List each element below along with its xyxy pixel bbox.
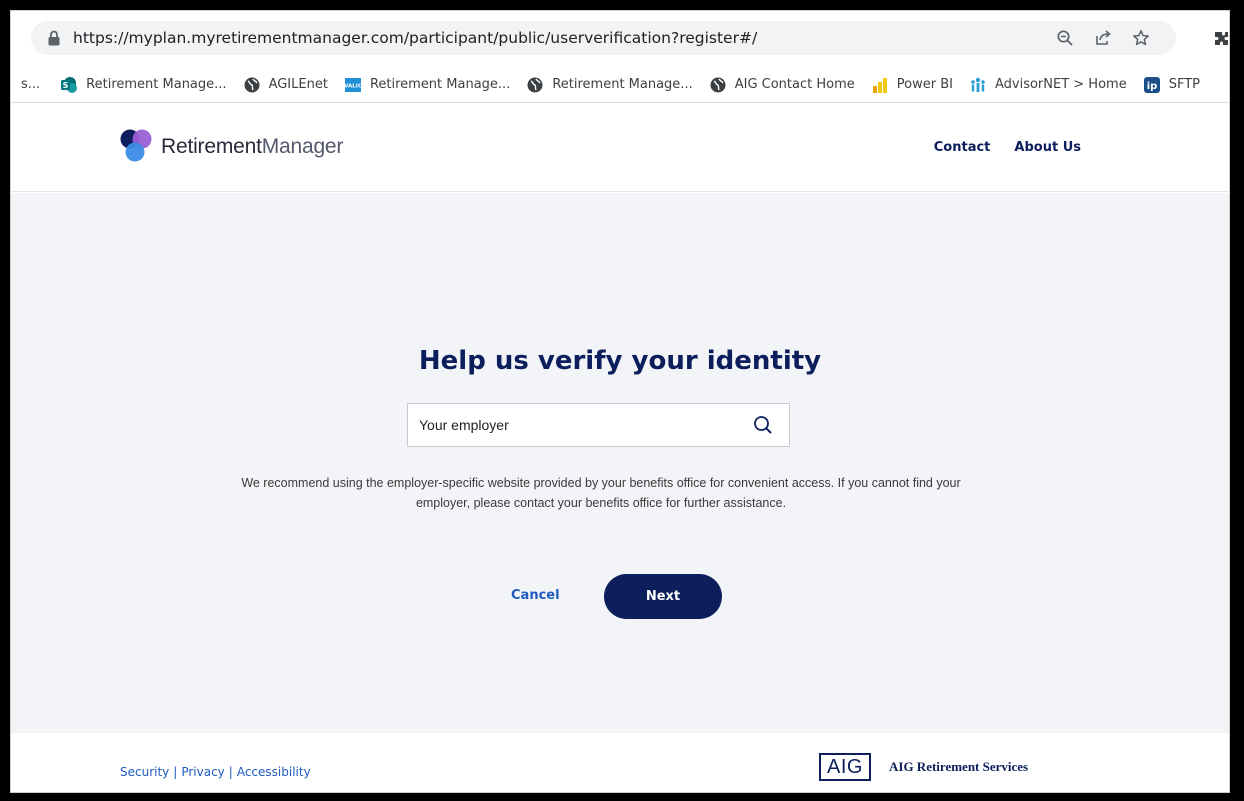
bookmark-label: AIG Contact Home [734, 77, 855, 92]
main-content: Help us verify your identity We recommen… [11, 193, 1229, 733]
ip-icon: ip [1143, 76, 1160, 93]
cancel-button[interactable]: Cancel [511, 588, 560, 603]
star-icon[interactable] [1132, 29, 1150, 47]
globe-icon [244, 77, 260, 92]
bookmark-item[interactable]: s... [21, 77, 40, 92]
help-text: We recommend using the employer-specific… [241, 476, 961, 510]
svg-text:S: S [63, 81, 69, 90]
footer-separator: | [228, 765, 233, 779]
zoom-icon[interactable] [1056, 29, 1074, 47]
svg-text:VALIC: VALIC [344, 83, 362, 89]
browser-toolbar: https://myplan.myretirementmanager.com/p… [11, 11, 1229, 67]
bookmark-item[interactable]: VALIC Retirement Manage... [344, 76, 510, 94]
bookmark-label: AGILEnet [268, 77, 328, 92]
footer-separator: | [173, 765, 178, 779]
bookmark-item[interactable]: AdvisorNET > Home [969, 76, 1127, 94]
browser-window: https://myplan.myretirementmanager.com/p… [10, 10, 1230, 793]
logo-text-bold: Retirement [161, 135, 262, 158]
aig-brand: AIG AIG Retirement Services [819, 753, 1028, 781]
bookmark-item[interactable]: AGILEnet [243, 76, 328, 94]
bookmark-item[interactable]: Retirement Manage... [526, 76, 693, 94]
footer-privacy-link[interactable]: Privacy [181, 765, 224, 779]
address-bar[interactable]: https://myplan.myretirementmanager.com/p… [31, 21, 1176, 55]
bookmark-label: s... [21, 77, 41, 92]
site-footer: Security | Privacy | Accessibility AIG AIG R… [11, 733, 1229, 792]
site-nav: Contact About Us [934, 140, 1081, 155]
logo-text: RetirementManager [161, 135, 343, 159]
nav-about-us-link[interactable]: About Us [1014, 140, 1081, 155]
advisornet-icon [971, 77, 985, 92]
bookmark-label: Power BI [896, 77, 953, 92]
employer-search-input[interactable] [408, 404, 753, 446]
share-icon[interactable] [1094, 29, 1112, 47]
address-bar-actions [1056, 21, 1150, 55]
next-button[interactable]: Next [604, 574, 722, 619]
aig-logo: AIG [819, 753, 871, 781]
footer-accessibility-link[interactable]: Accessibility [237, 765, 311, 779]
sharepoint-icon: S [61, 76, 78, 93]
logo-text-light: Manager [261, 135, 344, 158]
retirement-manager-logo[interactable]: RetirementManager [119, 128, 343, 166]
screenshot-frame: https://myplan.myretirementmanager.com/p… [0, 0, 1244, 801]
bookmark-item[interactable]: S Retirement Manage... [60, 76, 227, 94]
bookmark-label: AdvisorNET > Home [994, 77, 1127, 92]
logo-icon [120, 129, 152, 162]
page-title: Help us verify your identity [418, 346, 822, 376]
url-text[interactable]: https://myplan.myretirementmanager.com/p… [73, 29, 757, 47]
valic-icon: VALIC [344, 77, 362, 92]
bookmark-item[interactable]: ip SFTP [1143, 76, 1200, 94]
powerbi-icon [872, 77, 887, 93]
bookmarks-bar: s... S Retirement Manage... AGILEnet VAL… [11, 67, 1229, 103]
globe-icon [527, 77, 543, 92]
bookmark-item[interactable]: Power BI [871, 76, 953, 94]
bookmark-label: SFTP [1168, 77, 1200, 92]
aig-brand-name: AIG Retirement Services [889, 759, 1029, 774]
employer-search-box[interactable] [407, 403, 790, 447]
bookmark-label: Retirement Manage... [86, 77, 227, 92]
search-icon[interactable] [753, 415, 773, 435]
svg-text:ip: ip [1146, 81, 1157, 92]
footer-links: Security | Privacy | Accessibility [120, 765, 311, 779]
lock-icon[interactable] [47, 30, 61, 46]
site-header: RetirementManager Contact About Us [11, 104, 1229, 192]
globe-icon [710, 77, 726, 92]
nav-contact-link[interactable]: Contact [934, 140, 991, 155]
bookmark-label: Retirement Manage... [369, 77, 511, 92]
bookmark-item[interactable]: AIG Contact Home [709, 76, 855, 94]
extensions-icon[interactable] [1213, 30, 1230, 48]
bookmark-label: Retirement Manage... [552, 77, 693, 92]
footer-security-link[interactable]: Security [120, 765, 169, 779]
